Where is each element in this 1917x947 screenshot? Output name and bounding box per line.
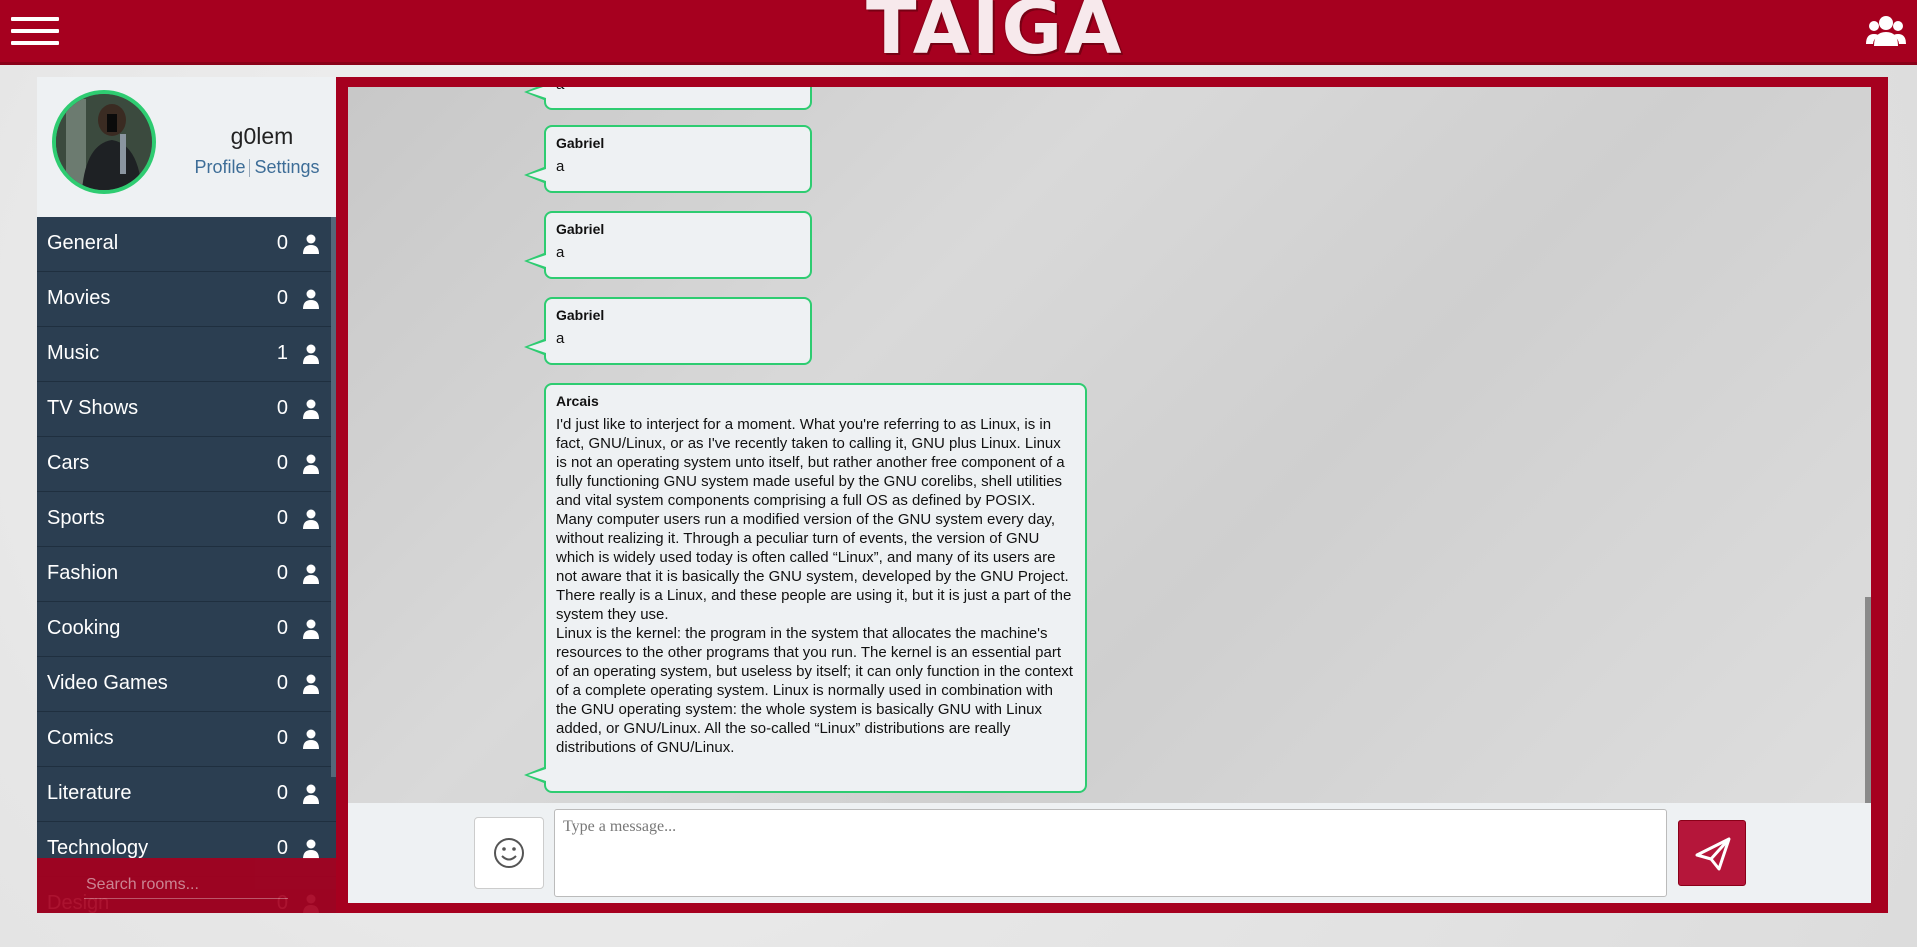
room-user-count: 0 — [276, 232, 288, 254]
room-item-cooking[interactable]: Cooking 0 — [37, 602, 336, 657]
room-name: Comics — [47, 727, 114, 749]
room-user-count: 0 — [276, 452, 288, 474]
emoji-button[interactable] — [474, 817, 544, 889]
room-user-count: 0 — [276, 397, 288, 419]
rooms-sidebar: g0lem Profile Settings General 0 Movies 0 Mus… — [37, 77, 336, 913]
profile-link[interactable]: Profile — [194, 157, 245, 177]
app-logo: TAIGA — [866, 0, 1124, 71]
room-item-movies[interactable]: Movies 0 — [37, 272, 336, 327]
room-item-music[interactable]: Music 1 — [37, 327, 336, 382]
room-item-comics[interactable]: Comics 0 — [37, 712, 336, 767]
user-icon — [303, 454, 319, 474]
user-icon — [303, 784, 319, 804]
user-icon — [303, 344, 319, 364]
settings-link[interactable]: Settings — [254, 157, 319, 177]
search-rooms-bar — [37, 858, 336, 913]
room-user-count: 0 — [276, 507, 288, 529]
top-bar: TAIGA — [0, 0, 1917, 65]
room-name: Movies — [47, 287, 111, 309]
chat-scrollbar[interactable] — [1865, 597, 1871, 803]
room-item-tv-shows[interactable]: TV Shows 0 — [37, 382, 336, 437]
room-user-count: 0 — [276, 782, 288, 804]
message-author: Gabriel — [556, 307, 605, 323]
user-icon — [303, 399, 319, 419]
message-text: a — [556, 158, 565, 175]
hamburger-menu-icon[interactable] — [11, 17, 59, 47]
room-name: General — [47, 232, 119, 254]
search-rooms-input[interactable] — [84, 872, 288, 899]
room-user-count: 0 — [276, 287, 288, 309]
room-user-count: 0 — [276, 727, 288, 749]
message-bubble: Gabriel a — [524, 211, 812, 279]
room-user-count: 0 — [276, 562, 288, 584]
user-icon — [303, 674, 319, 694]
user-icon — [303, 839, 319, 859]
paper-plane-send-icon — [1695, 837, 1731, 871]
room-item-video-games[interactable]: Video Games 0 — [37, 657, 336, 712]
rooms-list: General 0 Movies 0 Music 1 TV Shows 0 Cars 0 Sport… — [37, 217, 336, 913]
message-bubble: Gabriel a — [524, 125, 812, 193]
room-item-general[interactable]: General 0 — [37, 217, 336, 272]
send-button[interactable] — [1678, 820, 1746, 886]
message-list: a Gabriel a Gabriel a Gabriel a Arcais I… — [348, 87, 1871, 803]
room-name: Fashion — [47, 562, 119, 584]
user-icon — [303, 564, 319, 584]
room-user-count: 0 — [276, 617, 288, 639]
message-bubble: Gabriel a — [524, 297, 812, 365]
room-user-count: 0 — [276, 672, 288, 694]
avatar[interactable] — [52, 90, 156, 194]
message-author: Arcais — [556, 393, 599, 409]
message-input[interactable] — [554, 809, 1667, 897]
room-name: Cooking — [47, 617, 121, 639]
message-text: a — [556, 244, 565, 261]
user-icon — [303, 729, 319, 749]
message-author: Gabriel — [556, 221, 605, 237]
message-text: a — [556, 330, 565, 347]
smiley-face-icon — [494, 838, 524, 868]
user-icon — [303, 234, 319, 254]
users-group-icon[interactable] — [1865, 10, 1907, 52]
room-item-sports[interactable]: Sports 0 — [37, 492, 336, 547]
room-name: Cars — [47, 452, 90, 474]
link-divider — [249, 159, 251, 178]
room-user-count: 0 — [276, 837, 288, 859]
room-name: Literature — [47, 782, 132, 804]
profile-links: Profile Settings — [182, 157, 332, 178]
room-name: Video Games — [47, 672, 168, 694]
message-author: Gabriel — [556, 135, 605, 151]
room-name: Technology — [47, 837, 149, 859]
profile-card: g0lem Profile Settings — [37, 77, 336, 217]
message-text: I'd just like to interject for a moment.… — [556, 416, 1073, 756]
room-user-count: 1 — [276, 342, 288, 364]
message-bubble: Arcais I'd just like to interject for a … — [524, 383, 1087, 793]
username: g0lem — [230, 123, 294, 149]
room-item-literature[interactable]: Literature 0 — [37, 767, 336, 822]
user-icon — [303, 289, 319, 309]
message-text: a — [556, 87, 800, 94]
user-icon — [303, 509, 319, 529]
message-bubble: a — [524, 87, 812, 110]
room-name: TV Shows — [47, 397, 139, 419]
user-icon — [303, 619, 319, 639]
room-name: Music — [47, 342, 100, 364]
room-name: Sports — [47, 507, 105, 529]
message-composer — [348, 803, 1871, 903]
room-item-cars[interactable]: Cars 0 — [37, 437, 336, 492]
room-item-fashion[interactable]: Fashion 0 — [37, 547, 336, 602]
chat-frame: a Gabriel a Gabriel a Gabriel a Arcais I… — [336, 77, 1888, 913]
